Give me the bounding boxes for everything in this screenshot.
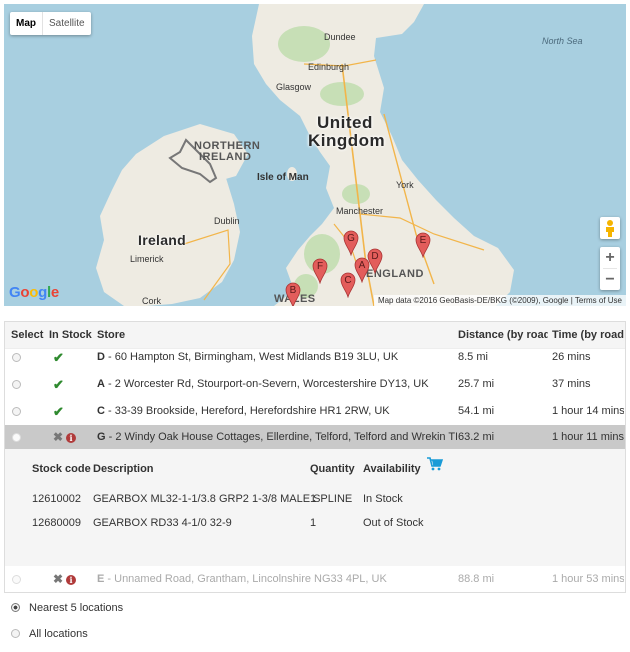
option-nearest-label: Nearest 5 locations xyxy=(29,602,124,614)
store-letter: A xyxy=(97,378,105,390)
map-label-ireland-region: IRELAND xyxy=(199,151,252,163)
map-label-dublin: Dublin xyxy=(214,216,240,226)
detail-header-availability: Availability xyxy=(363,463,421,475)
zoom-in-button[interactable]: + xyxy=(600,247,620,268)
detail-item-quantity: 1 xyxy=(310,493,317,505)
detail-item-quantity: 1 xyxy=(310,517,317,529)
marker-letter: C xyxy=(344,275,352,286)
marker-letter: G xyxy=(347,233,355,244)
map-label-dundee: Dundee xyxy=(324,32,356,42)
table-row[interactable]: ✔ C - 33-39 Brookside, Hereford, Herefor… xyxy=(5,398,625,425)
store-address: - 2 Windy Oak House Cottages, Ellerdine,… xyxy=(108,431,457,443)
marker-letter: B xyxy=(289,285,297,296)
option-all-label: All locations xyxy=(29,628,88,640)
select-radio[interactable] xyxy=(12,574,21,584)
store-distance: 25.7 mi xyxy=(458,378,495,390)
detail-item-availability: In Stock xyxy=(363,493,403,505)
store-letter: C xyxy=(97,405,105,417)
zoom-out-button[interactable]: − xyxy=(600,269,620,290)
store-distance: 8.5 mi xyxy=(458,351,488,363)
store-time: 37 mins xyxy=(552,378,591,390)
select-radio[interactable] xyxy=(12,352,21,362)
map-label-ireland: Ireland xyxy=(138,232,187,248)
nearest-radio[interactable] xyxy=(11,602,20,612)
all-radio[interactable] xyxy=(11,628,20,638)
select-radio[interactable] xyxy=(12,406,21,416)
store-address: - 60 Hampton St, Birmingham, West Midlan… xyxy=(104,351,399,363)
info-icon[interactable]: i xyxy=(66,575,77,586)
street-view-pegman-icon[interactable] xyxy=(600,217,620,239)
info-icon[interactable]: i xyxy=(66,433,77,444)
map-view[interactable]: Map Satellite Dundee Edinburgh Glasgow U… xyxy=(4,4,626,306)
zoom-control: + − xyxy=(600,247,620,290)
out-of-stock-x-icon: ✖ xyxy=(53,430,64,444)
map-label-york: York xyxy=(396,180,414,190)
table-row-selected[interactable]: ✖ i G - 2 Windy Oak House Cottages, Eller… xyxy=(5,425,625,449)
in-stock-check-icon: ✔ xyxy=(53,377,64,392)
map-label-glasgow: Glasgow xyxy=(276,82,312,92)
map-marker-f[interactable]: F xyxy=(312,258,328,285)
map-label-limerick: Limerick xyxy=(130,254,164,264)
store-time: 26 mins xyxy=(552,351,591,363)
marker-letter: F xyxy=(316,261,324,272)
map-attribution[interactable]: Map data ©2016 GeoBasis-DE/BKG (©2009), … xyxy=(373,295,626,306)
store-address: - 2 Worcester Rd, Stourport-on-Severn, W… xyxy=(104,378,429,390)
table-row[interactable]: ✔ A - 2 Worcester Rd, Stourport-on-Sever… xyxy=(5,371,625,398)
map-marker-a[interactable]: A xyxy=(354,257,370,284)
store-address: - Unnamed Road, Grantham, Lincolnshire N… xyxy=(104,573,387,585)
option-nearest-locations[interactable]: Nearest 5 locations xyxy=(10,600,123,616)
in-stock-check-icon: ✔ xyxy=(53,404,64,419)
option-all-locations[interactable]: All locations xyxy=(10,626,88,642)
select-radio[interactable] xyxy=(12,432,21,442)
google-logo[interactable]: Google xyxy=(9,284,59,301)
map-label-edinburgh: Edinburgh xyxy=(308,62,350,72)
detail-header-description: Description xyxy=(93,463,154,475)
marker-letter: E xyxy=(419,235,427,246)
store-letter: G xyxy=(97,431,106,443)
store-address: - 33-39 Brookside, Hereford, Herefordshi… xyxy=(104,405,390,417)
store-distance: 88.8 mi xyxy=(458,573,495,585)
map-label-manchester: Manchester xyxy=(336,206,384,216)
map-marker-c[interactable]: C xyxy=(340,272,356,299)
map-label-kingdom: Kingdom xyxy=(308,131,386,150)
map-marker-b[interactable]: B xyxy=(285,282,301,306)
stores-table: Select In Stock Store Distance (by road)… xyxy=(4,321,626,593)
store-time: 1 hour 53 mins xyxy=(552,573,624,585)
stock-detail-panel: Stock code Description Quantity Availabi… xyxy=(5,449,625,566)
select-radio[interactable] xyxy=(12,379,21,389)
map-marker-g[interactable]: G xyxy=(343,230,359,257)
in-stock-check-icon: ✔ xyxy=(53,350,64,365)
store-letter: D xyxy=(97,351,105,363)
detail-header-quantity: Quantity xyxy=(310,463,355,475)
store-time: 1 hour 14 mins xyxy=(552,405,624,417)
table-row[interactable]: ✔ D - 60 Hampton St, Birmingham, West Mi… xyxy=(5,344,625,371)
map-type-satellite-button[interactable]: Satellite xyxy=(43,12,91,35)
map-type-control: Map Satellite xyxy=(10,12,91,35)
detail-item-code: 12680009 xyxy=(32,517,81,529)
map-label-north-sea: North Sea xyxy=(542,36,583,46)
detail-item-availability: Out of Stock xyxy=(363,517,424,529)
pegman-icon xyxy=(606,220,614,237)
map-label-united: United xyxy=(317,113,373,132)
detail-item-description: GEARBOX RD33 4-1/0 32-9 xyxy=(93,517,232,529)
store-distance: 54.1 mi xyxy=(458,405,495,417)
store-distance: 63.2 mi xyxy=(458,431,495,443)
map-label-cork: Cork xyxy=(142,296,162,306)
cart-icon[interactable] xyxy=(427,457,443,471)
out-of-stock-x-icon: ✖ xyxy=(53,572,64,586)
detail-header-code: Stock code xyxy=(32,463,91,475)
store-time: 1 hour 11 mins xyxy=(552,431,624,443)
marker-letter: A xyxy=(358,260,366,271)
map-type-map-button[interactable]: Map xyxy=(10,12,43,35)
table-row[interactable]: ✖ i E - Unnamed Road, Grantham, Lincolnsh… xyxy=(5,566,625,593)
map-label-isle-of-man: Isle of Man xyxy=(257,172,309,183)
detail-item-code: 12610002 xyxy=(32,493,81,505)
map-marker-e[interactable]: E xyxy=(415,232,431,259)
